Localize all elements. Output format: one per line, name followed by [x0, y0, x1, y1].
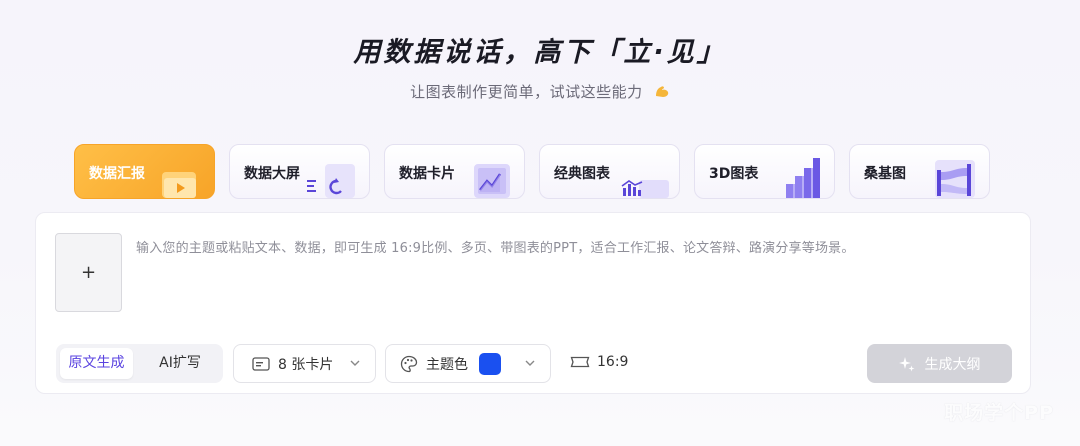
card-count-label: 8 张卡片	[278, 356, 334, 373]
tab-label: 数据汇报	[89, 166, 145, 182]
tab-label: 经典图表	[554, 166, 610, 182]
classic-chart-icon	[621, 180, 669, 198]
tab-data-report[interactable]: 数据汇报	[74, 144, 215, 199]
card-count-select[interactable]: 8 张卡片	[233, 344, 376, 383]
hero-subtitle-row: 让图表制作更简单，试试这些能力	[0, 81, 1080, 102]
tab-3d-chart[interactable]: 3D图表	[694, 144, 835, 199]
hero-title: 用数据说话，高下「立·见」	[353, 37, 727, 68]
generate-outline-button[interactable]: 生成大纲	[867, 344, 1012, 383]
tab-label: 数据卡片	[399, 166, 455, 182]
folder-play-icon	[162, 172, 196, 198]
mode-original-button[interactable]: 原文生成	[60, 348, 133, 379]
tab-classic-chart[interactable]: 经典图表	[539, 144, 680, 199]
upload-button[interactable]: +	[55, 233, 122, 312]
tab-label: 桑基图	[864, 166, 906, 182]
generation-mode-toggle: 原文生成 AI扩写	[56, 344, 223, 383]
flex-arm-icon	[655, 86, 669, 97]
tab-data-card[interactable]: 数据卡片	[384, 144, 525, 199]
sankey-icon	[935, 160, 975, 198]
aspect-ratio-icon	[570, 356, 590, 368]
generate-outline-label: 生成大纲	[924, 356, 981, 373]
aspect-ratio-option[interactable]: 16:9	[570, 354, 628, 370]
tab-label: 3D图表	[709, 166, 759, 182]
screen-refresh-icon	[307, 164, 355, 198]
tab-data-screen[interactable]: 数据大屏	[229, 144, 370, 199]
hero-subtitle: 让图表制作更简单，试试这些能力	[410, 83, 643, 101]
tab-label: 数据大屏	[244, 166, 300, 182]
watermark: 职场学个PP	[944, 402, 1054, 424]
theme-color-swatch	[479, 352, 501, 375]
feature-tabs: 数据汇报 数据大屏 数据卡片 经典图表 3D图表 桑基图	[74, 144, 1080, 199]
chevron-down-icon	[525, 360, 535, 366]
sparkle-icon	[898, 356, 915, 372]
prompt-input[interactable]: 输入您的主题或粘贴文本、数据，即可生成 16:9比例、多页、带图表的PPT，适合…	[136, 237, 1010, 256]
theme-color-select[interactable]: 主题色	[385, 344, 551, 383]
card-line-chart-icon	[474, 164, 510, 198]
mode-ai-expand-button[interactable]: AI扩写	[140, 348, 220, 379]
theme-color-label: 主题色	[426, 356, 468, 373]
3d-bar-icon	[786, 158, 820, 198]
aspect-ratio-label: 16:9	[597, 354, 629, 370]
card-icon	[252, 356, 270, 371]
palette-icon	[400, 355, 418, 373]
chevron-down-icon	[350, 360, 360, 366]
tab-sankey[interactable]: 桑基图	[849, 144, 990, 199]
input-panel: + 输入您的主题或粘贴文本、数据，即可生成 16:9比例、多页、带图表的PPT，…	[35, 212, 1031, 394]
